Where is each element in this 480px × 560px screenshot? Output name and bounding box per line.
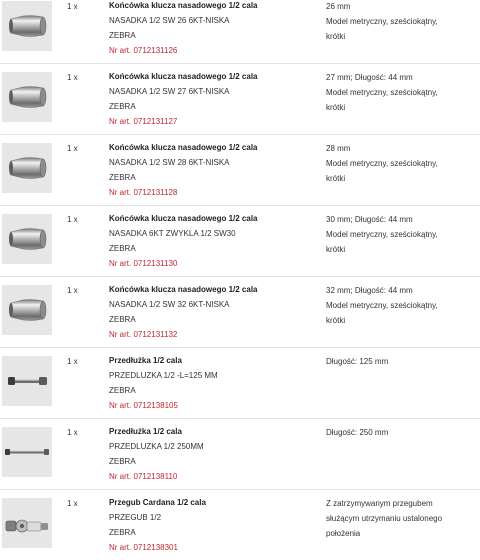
row-separator — [0, 489, 480, 490]
item-specs: 27 mm; Długość: 44 mm Model metryczny, sz… — [326, 70, 476, 115]
spec-line: położenia — [326, 529, 361, 538]
extension-bar-icon — [2, 356, 52, 406]
universal-joint-icon — [2, 498, 52, 548]
item-quantity: 1 x — [67, 2, 78, 11]
item-brand: ZEBRA — [109, 31, 136, 40]
spec-line: 26 mm — [326, 2, 351, 11]
item-name: NASADKA 1/2 SW 27 6KT-NISKA — [109, 87, 230, 96]
spec-line: Model metryczny, sześciokątny, — [326, 88, 438, 97]
list-item: 1 x Końcówka klucza nasadowego 1/2 cala NA… — [0, 276, 480, 347]
item-article-number[interactable]: Nr art. 0712131127 — [109, 114, 309, 129]
spec-line: Długość: 125 mm — [326, 357, 389, 366]
spec-line: krótki — [326, 32, 346, 41]
item-name: PRZEDLUZKA 1/2 -L=125 MM — [109, 371, 218, 380]
row-separator — [0, 418, 480, 419]
item-quantity: 1 x — [67, 499, 78, 508]
item-specs: Długość: 125 mm — [326, 354, 476, 369]
item-article-number[interactable]: Nr art. 0712131128 — [109, 185, 309, 200]
item-title: Końcówka klucza nasadowego 1/2 cala — [109, 143, 258, 152]
item-name: PRZEGUB 1/2 — [109, 513, 162, 522]
list-item: 1 x Końcówka klucza nasadowego 1/2 cala NA… — [0, 134, 480, 205]
item-name: NASADKA 1/2 SW 26 6KT-NISKA — [109, 16, 230, 25]
row-separator — [0, 134, 480, 135]
row-separator — [0, 276, 480, 277]
socket-icon — [2, 1, 52, 51]
spec-line: 28 mm — [326, 144, 351, 153]
item-info: Przedłużka 1/2 cala PRZEDLUZKA 1/2 -L=125… — [109, 353, 309, 413]
item-quantity: 1 x — [67, 144, 78, 153]
spec-line: 32 mm; Długość: 44 mm — [326, 286, 413, 295]
list-item: 1 x Końcówka klucza nasadowego 1/2 cala NA… — [0, 63, 480, 134]
item-quantity: 1 x — [67, 428, 78, 437]
item-title: Końcówka klucza nasadowego 1/2 cala — [109, 214, 258, 223]
item-article-number[interactable]: Nr art. 0712131132 — [109, 327, 309, 342]
item-brand: ZEBRA — [109, 528, 136, 537]
extension-bar-long-icon — [2, 427, 52, 477]
item-name: NASADKA 1/2 SW 28 6KT-NISKA — [109, 158, 230, 167]
spec-line: krótki — [326, 103, 346, 112]
spec-line: 30 mm; Długość: 44 mm — [326, 215, 413, 224]
item-title: Końcówka klucza nasadowego 1/2 cala — [109, 72, 258, 81]
item-specs: 26 mm Model metryczny, sześciokątny, krótk… — [326, 0, 476, 44]
socket-icon — [2, 214, 52, 264]
item-specs: 32 mm; Długość: 44 mm Model metryczny, sz… — [326, 283, 476, 328]
socket-icon — [2, 285, 52, 335]
spec-line: Model metryczny, sześciokątny, — [326, 17, 438, 26]
item-brand: ZEBRA — [109, 457, 136, 466]
item-title: Przegub Cardana 1/2 cala — [109, 498, 206, 507]
item-specs: 30 mm; Długość: 44 mm Model metryczny, sz… — [326, 212, 476, 257]
item-brand: ZEBRA — [109, 244, 136, 253]
item-article-number[interactable]: Nr art. 0712138110 — [109, 469, 309, 484]
item-title: Końcówka klucza nasadowego 1/2 cala — [109, 1, 258, 10]
spec-line: krótki — [326, 245, 346, 254]
item-specs: 28 mm Model metryczny, sześciokątny, krótk… — [326, 141, 476, 186]
item-info: Przedłużka 1/2 cala PRZEDLUZKA 1/2 250MM Z… — [109, 424, 309, 484]
item-info: Końcówka klucza nasadowego 1/2 cala NASAD… — [109, 69, 309, 129]
item-info: Końcówka klucza nasadowego 1/2 cala NASAD… — [109, 211, 309, 271]
item-info: Przegub Cardana 1/2 cala PRZEGUB 1/2 ZEBRA… — [109, 495, 309, 555]
item-quantity: 1 x — [67, 215, 78, 224]
item-article-number[interactable]: Nr art. 0712138105 — [109, 398, 309, 413]
list-item: 1 x Końcówka klucza nasadowego 1/2 cala NA… — [0, 205, 480, 276]
item-title: Końcówka klucza nasadowego 1/2 cala — [109, 285, 258, 294]
row-separator — [0, 205, 480, 206]
spec-line: służącym utrzymaniu ustalonego — [326, 514, 443, 523]
item-info: Końcówka klucza nasadowego 1/2 cala NASAD… — [109, 282, 309, 342]
item-quantity: 1 x — [67, 357, 78, 366]
item-brand: ZEBRA — [109, 315, 136, 324]
item-info: Końcówka klucza nasadowego 1/2 cala NASAD… — [109, 0, 309, 58]
list-item: 1 x Przedłużka 1/2 cala PRZEDLUZKA 1/2 -L=… — [0, 347, 480, 418]
item-name: PRZEDLUZKA 1/2 250MM — [109, 442, 204, 451]
item-specs: Z zatrzymywanym przegubem służącym utrzym… — [326, 496, 476, 541]
item-article-number[interactable]: Nr art. 0712138301 — [109, 540, 309, 555]
item-title: Przedłużka 1/2 cala — [109, 427, 182, 436]
item-name: NASADKA 1/2 SW 32 6KT-NISKA — [109, 300, 230, 309]
item-info: Końcówka klucza nasadowego 1/2 cala NASAD… — [109, 140, 309, 200]
spec-line: Długość: 250 mm — [326, 428, 389, 437]
spec-line: krótki — [326, 174, 346, 183]
item-title: Przedłużka 1/2 cala — [109, 356, 182, 365]
item-article-number[interactable]: Nr art. 0712131130 — [109, 256, 309, 271]
item-brand: ZEBRA — [109, 386, 136, 395]
item-quantity: 1 x — [67, 73, 78, 82]
list-item: 1 x Końcówka klucza nasadowego 1/2 cala NA… — [0, 0, 480, 63]
item-name: NASADKA 6KT ZWYKLA 1/2 SW30 — [109, 229, 236, 238]
spec-line: Model metryczny, sześciokątny, — [326, 301, 438, 310]
list-item: 1 x Przegub Cardana 1/2 cala PRZEGUB 1/2 ZE… — [0, 489, 480, 560]
spec-line: 27 mm; Długość: 44 mm — [326, 73, 413, 82]
socket-icon — [2, 72, 52, 122]
item-brand: ZEBRA — [109, 102, 136, 111]
spec-line: Model metryczny, sześciokątny, — [326, 159, 438, 168]
spec-line: Z zatrzymywanym przegubem — [326, 499, 433, 508]
spec-line: krótki — [326, 316, 346, 325]
item-specs: Długość: 250 mm — [326, 425, 476, 440]
item-quantity: 1 x — [67, 286, 78, 295]
row-separator — [0, 347, 480, 348]
row-separator — [0, 63, 480, 64]
item-brand: ZEBRA — [109, 173, 136, 182]
spec-line: Model metryczny, sześciokątny, — [326, 230, 438, 239]
item-article-number[interactable]: Nr art. 0712131126 — [109, 43, 309, 58]
list-item: 1 x Przedłużka 1/2 cala PRZEDLUZKA 1/2 250… — [0, 418, 480, 489]
socket-icon — [2, 143, 52, 193]
